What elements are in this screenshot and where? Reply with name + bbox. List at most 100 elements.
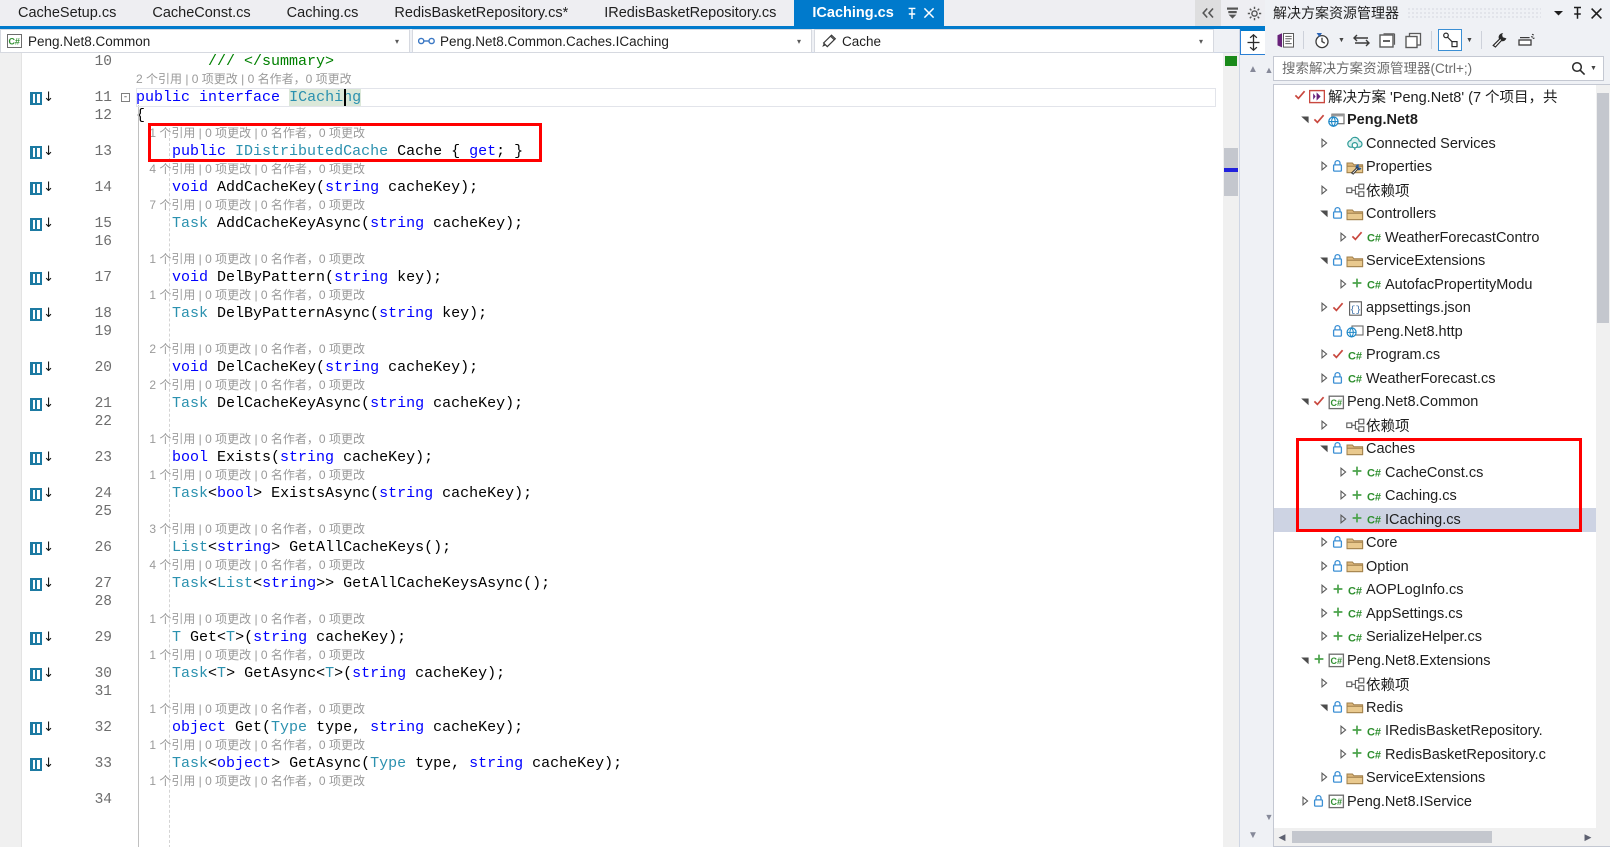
implements-interface-glyph-icon[interactable]: ↓ [30, 577, 54, 591]
home-dropdown-icon[interactable]: ▼ [1464, 37, 1475, 44]
pending-changes-icon[interactable] [1310, 29, 1334, 51]
show-all-files-icon[interactable] [1401, 29, 1425, 51]
editor-tab-4[interactable]: IRedisBasketRepository.cs [586, 0, 795, 26]
pending-changes-dropdown-icon[interactable]: ▼ [1336, 37, 1347, 44]
implements-interface-glyph-icon[interactable]: ↓ [30, 271, 54, 285]
tree-item-4[interactable]: 依赖项 [1274, 179, 1596, 203]
codelens-annotation[interactable]: 1 个引用 | 0 项更改 | 0 名作者，0 项更改 [136, 647, 365, 664]
tree-item-25[interactable]: 依赖项 [1274, 673, 1596, 697]
collapse-all-icon[interactable] [1375, 29, 1399, 51]
implements-interface-glyph-icon[interactable]: ↓ [30, 757, 54, 771]
codelens-annotation[interactable]: 2 个引用 | 0 项更改 | 0 名作者，0 项更改 [136, 377, 365, 394]
tree-item-2[interactable]: Connected Services [1274, 132, 1596, 156]
codelens-annotation[interactable]: 1 个引用 | 0 项更改 | 0 名作者，0 项更改 [136, 611, 365, 628]
tree-item-21[interactable]: C# AOPLogInfo.cs [1274, 579, 1596, 603]
editor-scroll-down-button[interactable]: ▼ [1240, 825, 1266, 845]
implements-interface-glyph-icon[interactable]: ↓ [30, 721, 54, 735]
expanded-twisty-icon[interactable] [1297, 655, 1312, 667]
code-line[interactable]: /// </summary> [136, 53, 334, 71]
code-line[interactable]: bool Exists(string cacheKey); [136, 449, 433, 467]
tree-item-16[interactable]: C# CacheConst.cs [1274, 461, 1596, 485]
collapsed-twisty-icon[interactable] [1335, 278, 1350, 291]
implements-interface-glyph-icon[interactable]: ↓ [30, 667, 54, 681]
tree-item-28[interactable]: C# RedisBasketRepository.c [1274, 743, 1596, 767]
solution-tree-horizontal-scrollbar[interactable]: ◀ ▶ [1274, 828, 1610, 846]
tree-item-20[interactable]: Option [1274, 555, 1596, 579]
tree-item-12[interactable]: C# WeatherForecast.cs [1274, 367, 1596, 391]
code-line[interactable]: Task<object> GetAsync(Type type, string … [136, 755, 622, 773]
tree-item-0[interactable]: 解决方案 'Peng.Net8' (7 个项目，共 [1274, 85, 1596, 109]
expanded-twisty-icon[interactable] [1316, 208, 1331, 220]
rail-scroll-up-icon[interactable]: ▲ [1264, 62, 1274, 78]
solution-tree[interactable]: 解决方案 'Peng.Net8' (7 个项目，共 Peng.Net8 Connec… [1274, 85, 1596, 846]
navbar-type-dropdown[interactable]: Peng.Net8.Common.Caches.ICaching ▾ [412, 29, 812, 53]
tree-item-22[interactable]: C# AppSettings.cs [1274, 602, 1596, 626]
codelens-annotation[interactable]: 1 个引用 | 0 项更改 | 0 名作者，0 项更改 [136, 251, 365, 268]
code-line[interactable]: public interface ICaching [136, 89, 362, 107]
editor-scroll-up-button[interactable]: ▲ [1240, 59, 1266, 79]
code-line[interactable]: T Get<T>(string cacheKey); [136, 629, 406, 647]
code-line[interactable]: void DelCacheKey(string cacheKey); [136, 359, 478, 377]
code-line[interactable]: void DelByPattern(string key); [136, 269, 442, 287]
navbar-project-dropdown[interactable]: C# Peng.Net8.Common ▾ [0, 29, 410, 53]
code-line[interactable]: Task DelCacheKeyAsync(string cacheKey); [136, 395, 523, 413]
collapsed-twisty-icon[interactable] [1316, 184, 1331, 197]
implements-interface-glyph-icon[interactable]: ↓ [30, 397, 54, 411]
code-line[interactable]: void AddCacheKey(string cacheKey); [136, 179, 478, 197]
codelens-annotation[interactable]: 3 个引用 | 0 项更改 | 0 名作者，0 项更改 [136, 521, 365, 538]
codelens-annotation[interactable]: 1 个引用 | 0 项更改 | 0 名作者，0 项更改 [136, 701, 365, 718]
tree-item-27[interactable]: C# IRedisBasketRepository. [1274, 720, 1596, 744]
codelens-annotation[interactable]: 4 个引用 | 0 项更改 | 0 名作者，0 项更改 [136, 557, 365, 574]
pin-icon[interactable] [1568, 2, 1587, 24]
collapsed-twisty-icon[interactable] [1316, 302, 1331, 314]
scrollbar-thumb[interactable] [1224, 148, 1238, 196]
panel-drag-dots[interactable] [1407, 8, 1541, 18]
codelens-annotation[interactable]: 1 个引用 | 0 项更改 | 0 名作者，0 项更改 [136, 467, 365, 484]
codelens-annotation[interactable]: 4 个引用 | 0 项更改 | 0 名作者，0 项更改 [136, 161, 365, 178]
expanded-twisty-icon[interactable] [1316, 443, 1331, 455]
implements-interface-glyph-icon[interactable]: ↓ [30, 91, 54, 105]
collapsed-twisty-icon[interactable] [1316, 607, 1331, 620]
tree-item-10[interactable]: Peng.Net8.http [1274, 320, 1596, 344]
preview-selected-items-icon[interactable] [1514, 29, 1538, 51]
implements-interface-glyph-icon[interactable]: ↓ [30, 451, 54, 465]
search-input[interactable] [1280, 60, 1569, 77]
editor-split-handle[interactable] [1240, 29, 1266, 55]
collapsed-twisty-icon[interactable] [1316, 419, 1331, 432]
collapsed-twisty-icon[interactable] [1335, 725, 1350, 737]
tree-item-17[interactable]: C# Caching.cs [1274, 485, 1596, 509]
collapsed-twisty-icon[interactable] [1335, 513, 1350, 526]
window-menu-icon[interactable] [1549, 2, 1568, 24]
collapsed-twisty-icon[interactable] [1335, 748, 1350, 761]
code-line[interactable]: List<string> GetAllCacheKeys(); [136, 539, 451, 557]
implements-interface-glyph-icon[interactable]: ↓ [30, 145, 54, 159]
scroll-right-arrow-icon[interactable]: ▶ [1580, 828, 1596, 846]
editor-tab-5[interactable]: ICaching.cs [794, 0, 944, 26]
collapsed-twisty-icon[interactable] [1316, 161, 1331, 173]
implements-interface-glyph-icon[interactable]: ↓ [30, 307, 54, 321]
code-line[interactable]: Task<List<string>> GetAllCacheKeysAsync(… [136, 575, 550, 593]
tree-item-14[interactable]: 依赖项 [1274, 414, 1596, 438]
scrollbar-thumb[interactable] [1292, 831, 1492, 843]
tree-item-11[interactable]: C# Program.cs [1274, 344, 1596, 368]
tab-list-menu-icon[interactable] [1221, 0, 1243, 26]
collapsed-twisty-icon[interactable] [1335, 490, 1350, 502]
tree-item-18[interactable]: C# ICaching.cs [1274, 508, 1596, 532]
outlining-margin[interactable]: - [118, 53, 136, 847]
tree-item-7[interactable]: ServiceExtensions [1274, 250, 1596, 274]
chevron-down-icon[interactable]: ▾ [1193, 37, 1209, 46]
chevron-down-icon[interactable]: ▾ [389, 37, 405, 46]
editor-tab-3[interactable]: RedisBasketRepository.cs* [376, 0, 587, 26]
implements-interface-glyph-icon[interactable]: ↓ [30, 181, 54, 195]
editor-tab-2[interactable]: Caching.cs [268, 0, 377, 26]
solution-tree-vertical-scrollbar[interactable] [1596, 85, 1610, 828]
code-text-area[interactable]: /// </summary> 2 个引用 | 0 项更改 | 0 名作者，0 项更… [136, 53, 1216, 847]
expanded-twisty-icon[interactable] [1297, 114, 1312, 126]
implements-interface-glyph-icon[interactable]: ↓ [30, 487, 54, 501]
tab-close-icon[interactable] [921, 5, 938, 22]
tree-item-26[interactable]: Redis [1274, 696, 1596, 720]
chevron-down-icon[interactable]: ▾ [791, 37, 807, 46]
collapsed-twisty-icon[interactable] [1316, 631, 1331, 643]
collapsed-twisty-icon[interactable] [1316, 560, 1331, 573]
expanded-twisty-icon[interactable] [1316, 255, 1331, 267]
